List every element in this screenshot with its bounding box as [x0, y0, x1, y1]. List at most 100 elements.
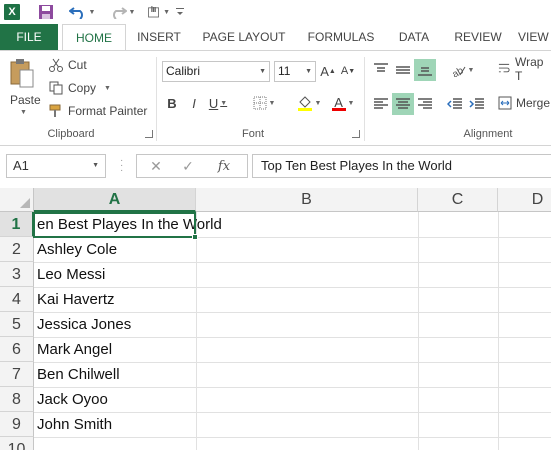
increase-indent-button[interactable] — [466, 93, 488, 115]
italic-button[interactable]: I — [186, 93, 202, 113]
fill-color-dropdown-icon[interactable]: ▼ — [315, 100, 322, 107]
orientation-button[interactable]: ab ▼ — [446, 59, 478, 81]
name-box[interactable]: A1 ▼ — [6, 154, 106, 178]
quick-access-toolbar: X ▼ ▼ ▼ — [0, 0, 551, 24]
tab-file[interactable]: FILE — [0, 24, 58, 50]
font-name-select[interactable]: Calibri ▼ — [162, 61, 270, 82]
paste-dropdown-icon[interactable]: ▼ — [20, 109, 27, 116]
font-size-select[interactable]: 11 ▼ — [274, 61, 316, 82]
formula-input[interactable]: Top Ten Best Playes In the World — [252, 154, 551, 178]
copy-button[interactable]: Copy ▼ — [48, 78, 111, 98]
redo-dropdown-icon[interactable]: ▼ — [129, 9, 136, 16]
cell-a6[interactable]: Mark Angel — [37, 337, 112, 362]
cell-a8[interactable]: Jack Oyoo — [37, 387, 108, 412]
row-gridline — [34, 437, 551, 438]
cell-a2[interactable]: Ashley Cole — [37, 237, 117, 262]
bold-button[interactable]: B — [164, 93, 180, 113]
font-size-dropdown-icon[interactable]: ▼ — [305, 62, 312, 81]
formula-bar-splitter-icon[interactable]: · · · — [120, 156, 123, 176]
grow-font-button[interactable]: A ▲ — [320, 61, 336, 81]
font-color-button[interactable]: A ▼ — [328, 93, 358, 113]
font-launcher-icon[interactable] — [352, 130, 360, 138]
row-header[interactable]: 9 — [0, 412, 34, 437]
underline-button[interactable]: U ▼ — [208, 93, 228, 113]
tab-formulas[interactable]: FORMULAS — [302, 24, 380, 50]
tab-data[interactable]: DATA — [392, 24, 436, 50]
copy-icon — [48, 80, 64, 96]
row-header[interactable]: 5 — [0, 312, 34, 337]
shrink-font-button[interactable]: A ▼ — [340, 61, 356, 81]
borders-dropdown-icon[interactable]: ▼ — [269, 100, 276, 107]
row-header[interactable]: 3 — [0, 262, 34, 287]
row-header[interactable]: 2 — [0, 237, 34, 262]
ribbon-home: Paste ▼ Cut Copy ▼ Format Painter Clipbo… — [0, 50, 551, 146]
fill-handle[interactable] — [192, 234, 198, 240]
touch-dropdown-icon[interactable]: ▼ — [163, 9, 170, 16]
redo-button[interactable]: ▼ — [106, 2, 138, 22]
bottom-align-button[interactable] — [414, 59, 436, 81]
paste-label: Paste — [10, 93, 41, 107]
underline-icon: U — [208, 95, 219, 111]
cell-a3[interactable]: Leo Messi — [37, 262, 105, 287]
middle-align-button[interactable] — [392, 59, 414, 81]
cell-a7[interactable]: Ben Chilwell — [37, 362, 120, 387]
select-all-button[interactable] — [0, 188, 34, 212]
wrap-text-button[interactable]: Wrap T — [498, 55, 551, 83]
font-name-value: Calibri — [166, 64, 201, 78]
touch-mode-button[interactable]: ▼ — [146, 2, 170, 22]
insert-function-button[interactable]: fx — [209, 155, 239, 177]
top-align-button[interactable] — [370, 59, 392, 81]
customize-qat-button[interactable] — [174, 2, 186, 22]
cut-button[interactable]: Cut — [48, 55, 87, 75]
tab-page-layout[interactable]: PAGE LAYOUT — [196, 24, 292, 50]
tab-view[interactable]: VIEW — [518, 24, 551, 50]
copy-dropdown-icon[interactable]: ▼ — [104, 85, 111, 92]
cancel-entry-icon[interactable]: ✕ — [141, 155, 171, 177]
decrease-indent-button[interactable] — [444, 93, 466, 115]
tab-home[interactable]: HOME — [62, 24, 126, 51]
underline-dropdown-icon[interactable]: ▼ — [220, 100, 227, 107]
merge-center-button[interactable]: Merge — [498, 93, 551, 113]
column-gridline — [498, 212, 499, 450]
fill-color-button[interactable]: ▼ — [294, 93, 324, 113]
row-header[interactable]: 1 — [0, 212, 34, 237]
row-header[interactable]: 4 — [0, 287, 34, 312]
alignment-group-label: Alignment — [463, 128, 513, 140]
tab-review[interactable]: REVIEW — [448, 24, 508, 50]
italic-icon: I — [192, 95, 196, 111]
format-painter-button[interactable]: Format Painter — [48, 101, 147, 121]
bottom-align-icon — [418, 67, 432, 76]
name-box-dropdown-icon[interactable]: ▼ — [92, 155, 99, 177]
excel-logo-letter: X — [4, 4, 20, 20]
cell-a5[interactable]: Jessica Jones — [37, 312, 131, 337]
align-left-button[interactable] — [370, 93, 392, 115]
shrink-font-icon: A — [340, 65, 349, 77]
align-right-button[interactable] — [414, 93, 436, 115]
worksheet-grid[interactable]: A B C D 1 2 3 4 5 6 7 8 9 10 en Best Pla… — [0, 188, 551, 450]
cell-a4[interactable]: Kai Havertz — [37, 287, 115, 312]
column-header-c[interactable]: C — [418, 188, 498, 212]
column-header-a[interactable]: A — [34, 188, 196, 212]
redo-icon — [112, 7, 127, 19]
align-right-icon — [418, 98, 432, 109]
font-color-dropdown-icon[interactable]: ▼ — [348, 100, 355, 107]
row-header[interactable]: 7 — [0, 362, 34, 387]
row-header[interactable]: 8 — [0, 387, 34, 412]
column-header-d[interactable]: D — [498, 188, 551, 212]
svg-text:ab: ab — [450, 65, 466, 77]
fill-bucket-icon — [297, 96, 312, 111]
row-header[interactable]: 6 — [0, 337, 34, 362]
clipboard-launcher-icon[interactable] — [145, 130, 153, 138]
borders-button[interactable]: ▼ — [250, 93, 278, 113]
cell-a9[interactable]: John Smith — [37, 412, 112, 437]
column-header-b[interactable]: B — [196, 188, 418, 212]
orientation-dropdown-icon[interactable]: ▼ — [468, 67, 475, 74]
align-center-button[interactable] — [392, 93, 414, 115]
save-button[interactable] — [36, 2, 56, 22]
undo-button[interactable]: ▼ — [66, 2, 98, 22]
tab-insert[interactable]: INSERT — [130, 24, 188, 50]
row-header[interactable]: 10 — [0, 437, 34, 450]
undo-dropdown-icon[interactable]: ▼ — [89, 9, 96, 16]
font-name-dropdown-icon[interactable]: ▼ — [259, 62, 266, 81]
confirm-entry-icon[interactable]: ✓ — [173, 155, 203, 177]
